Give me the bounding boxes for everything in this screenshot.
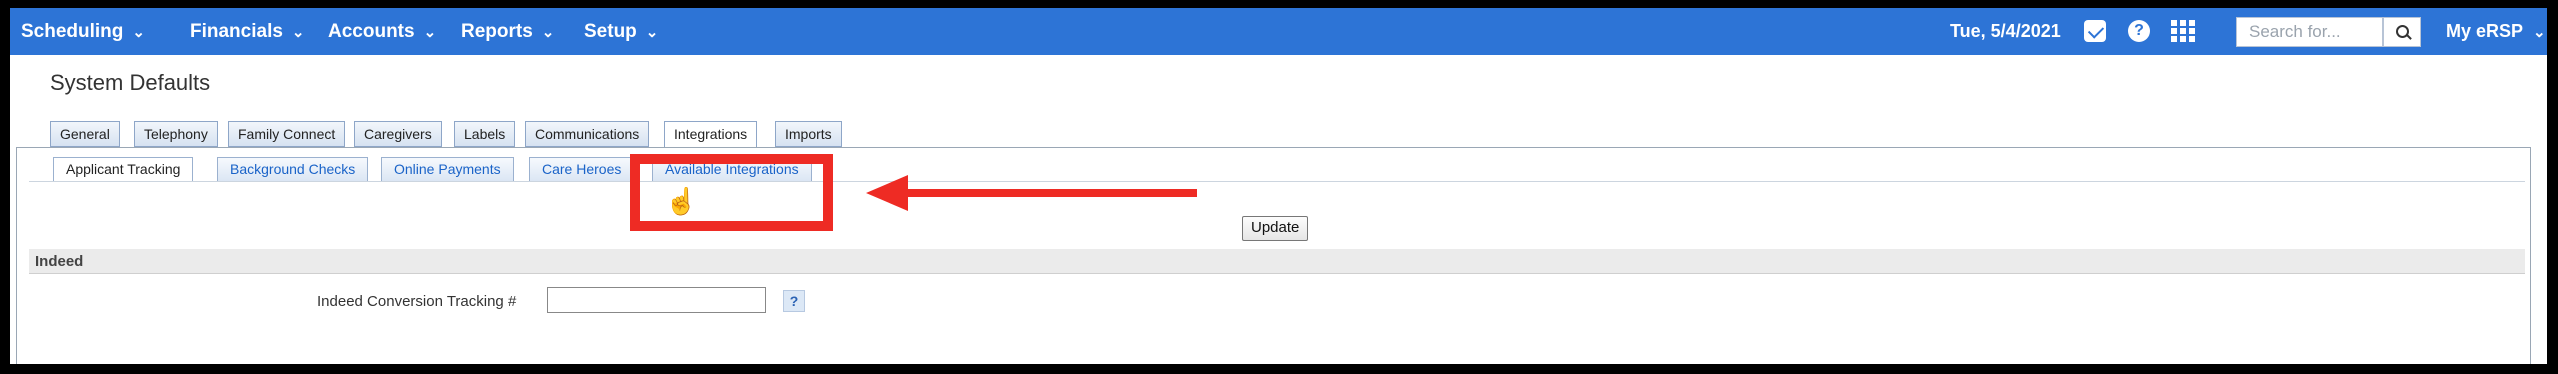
nav-setup[interactable]: Setup ⌄ [584,8,658,55]
nav-financials-label: Financials [190,21,283,42]
nav-financials[interactable]: Financials ⌄ [190,8,305,55]
tab-general[interactable]: General [50,121,120,147]
help-icon[interactable]: ? [783,290,805,312]
nav-accounts[interactable]: Accounts ⌄ [328,8,436,55]
apps-grid-icon[interactable] [2171,20,2195,42]
chevron-down-icon: ⌄ [645,24,659,41]
app-window: Scheduling ⌄ Financials ⌄ Accounts ⌄ Report… [10,8,2547,364]
search-icon[interactable] [2383,17,2421,47]
subtab-care-heroes[interactable]: Care Heroes [529,157,635,182]
tab-labels[interactable]: Labels [454,121,516,147]
subtab-background-checks[interactable]: Background Checks [217,157,369,182]
tab-caregivers[interactable]: Caregivers [354,121,442,147]
top-nav-bar: Scheduling ⌄ Financials ⌄ Accounts ⌄ Report… [10,8,2547,55]
indeed-tracking-input[interactable] [547,287,766,313]
tab-family-connect[interactable]: Family Connect [228,121,346,147]
subtab-applicant-tracking[interactable]: Applicant Tracking [53,157,194,182]
annotation-arrow-shaft [900,189,1197,197]
page-title: System Defaults [50,70,211,95]
indeed-tracking-label: Indeed Conversion Tracking # [317,293,517,310]
nav-setup-label: Setup [584,21,637,42]
chevron-down-icon: ⌄ [423,24,437,41]
subtab-online-payments[interactable]: Online Payments [381,157,514,182]
tab-communications[interactable]: Communications [525,121,650,147]
mail-icon[interactable] [2084,20,2106,42]
search-input[interactable]: Search for... [2236,17,2383,47]
chevron-down-icon: ⌄ [541,24,555,41]
current-date: Tue, 5/4/2021 [1950,21,2061,41]
section-header-indeed: Indeed [29,249,2525,274]
subtab-divider [29,181,2525,182]
tab-telephony[interactable]: Telephony [134,121,218,147]
chevron-down-icon: ⌄ [291,24,305,41]
help-icon[interactable]: ? [2128,20,2150,42]
nav-scheduling[interactable]: Scheduling ⌄ [21,8,145,55]
tab-integrations[interactable]: Integrations [664,121,758,149]
my-account-menu[interactable]: My eRSP ⌄ [2446,8,2546,55]
my-account-label: My eRSP [2446,21,2524,41]
tab-imports[interactable]: Imports [775,121,842,147]
nav-scheduling-label: Scheduling [21,21,124,42]
integrations-panel: Applicant Tracking Background Checks Onl… [16,147,2531,364]
nav-accounts-label: Accounts [328,21,415,42]
chevron-down-icon: ⌄ [132,24,145,41]
nav-reports-label: Reports [461,21,533,42]
update-button[interactable]: Update [1242,216,1309,241]
nav-reports[interactable]: Reports ⌄ [461,8,554,55]
subtab-available-integrations[interactable]: Available Integrations [652,157,812,182]
chevron-down-icon: ⌄ [2533,24,2546,41]
